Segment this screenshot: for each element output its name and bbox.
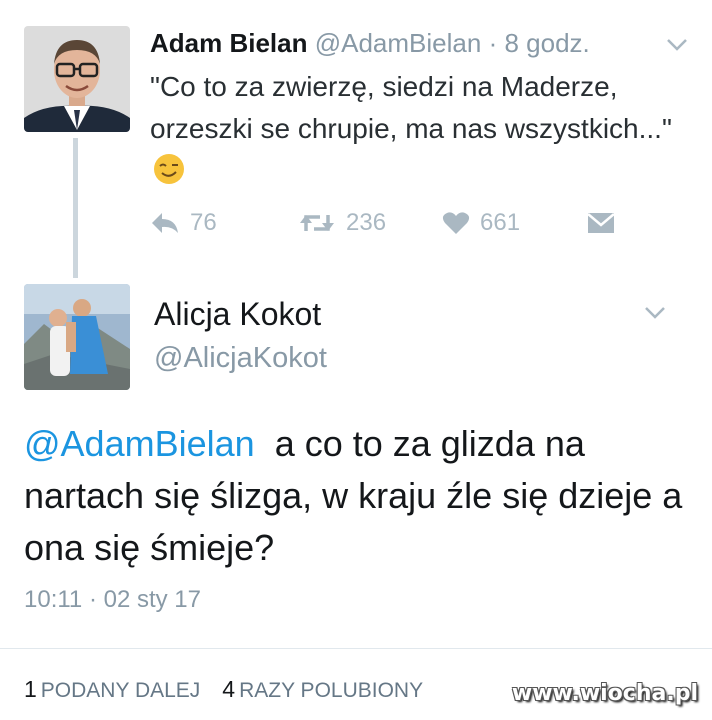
- mention-link[interactable]: @AdamBielan: [24, 423, 255, 464]
- tweet-time[interactable]: 8 godz.: [504, 28, 589, 58]
- retweet-stat-label: PODANY DALEJ: [40, 679, 201, 702]
- tweet-adam-bielan[interactable]: Adam Bielan @AdamBielan · 8 godz. "Co to…: [0, 0, 712, 278]
- tweet-timestamp[interactable]: 10:11 · 02 sty 17: [24, 586, 201, 614]
- chevron-down-icon[interactable]: [666, 38, 688, 52]
- watermark: www.wiocha.pl: [511, 681, 698, 706]
- thread-connector-line: [73, 138, 78, 278]
- wink-emoji-icon: [152, 152, 186, 186]
- tweet-text: "Co to za zwierzę, siedzi na Maderze, or…: [150, 66, 690, 192]
- like-stat[interactable]: 4 RAZY POLUBIONY: [222, 676, 424, 702]
- chevron-down-icon[interactable]: [644, 306, 666, 320]
- reply-icon: [152, 213, 178, 233]
- tweet-text-content: "Co to za zwierzę, siedzi na Maderze, or…: [150, 71, 672, 144]
- avatar[interactable]: [24, 284, 130, 390]
- retweet-count: 236: [346, 209, 387, 236]
- author-handle[interactable]: @AdamBielan: [315, 28, 482, 58]
- tweet-alicja-kokot[interactable]: Alicja Kokot @AlicjaKokot @AdamBielan a …: [0, 280, 712, 720]
- heart-icon: [442, 212, 470, 234]
- header-separator: ·: [488, 28, 498, 58]
- author-name[interactable]: Alicja Kokot: [154, 296, 321, 333]
- like-count: 661: [480, 209, 521, 236]
- tweet-stats: 1 PODANY DALEJ 4 RAZY POLUBIONY: [24, 676, 423, 703]
- tweet-actions: 76 236 661: [150, 205, 630, 241]
- direct-message-button[interactable]: [586, 205, 626, 241]
- retweet-button[interactable]: 236: [298, 205, 386, 241]
- author-handle[interactable]: @AlicjaKokot: [154, 342, 327, 375]
- reply-count: 76: [190, 209, 217, 236]
- like-stat-label: RAZY POLUBIONY: [239, 679, 424, 702]
- avatar[interactable]: [24, 26, 130, 132]
- avatar-image: [24, 284, 130, 390]
- divider: [0, 648, 712, 649]
- like-button[interactable]: 661: [442, 205, 520, 241]
- reply-button[interactable]: 76: [150, 205, 217, 241]
- tweet-header: Adam Bielan @AdamBielan · 8 godz.: [150, 26, 590, 60]
- retweet-stat-count: 1: [24, 676, 37, 702]
- retweet-stat[interactable]: 1 PODANY DALEJ: [24, 676, 201, 702]
- tweet-text: @AdamBielan a co to za glizda na nartach…: [24, 418, 684, 574]
- retweet-icon: [300, 215, 334, 231]
- like-stat-count: 4: [222, 676, 236, 702]
- author-name[interactable]: Adam Bielan: [150, 28, 308, 58]
- direct-message-icon: [587, 213, 615, 233]
- avatar-image: [24, 26, 130, 132]
